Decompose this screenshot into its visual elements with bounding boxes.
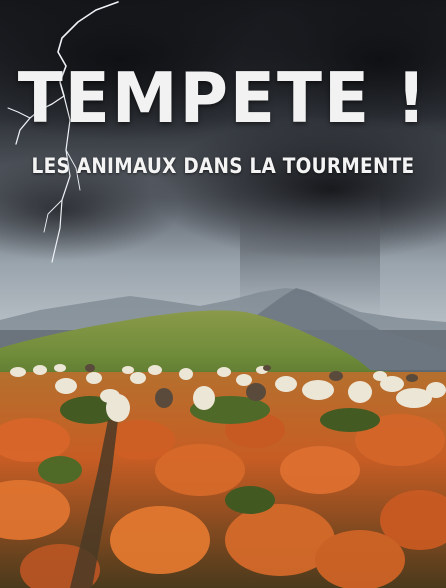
poster-title: TEMPETE ! — [17, 58, 429, 139]
poster-subtitle: LES ANIMAUX DANS LA TOURMENTE — [31, 154, 415, 178]
poster: TEMPETE ! LES ANIMAUX DANS LA TOURMENTE — [0, 0, 446, 588]
